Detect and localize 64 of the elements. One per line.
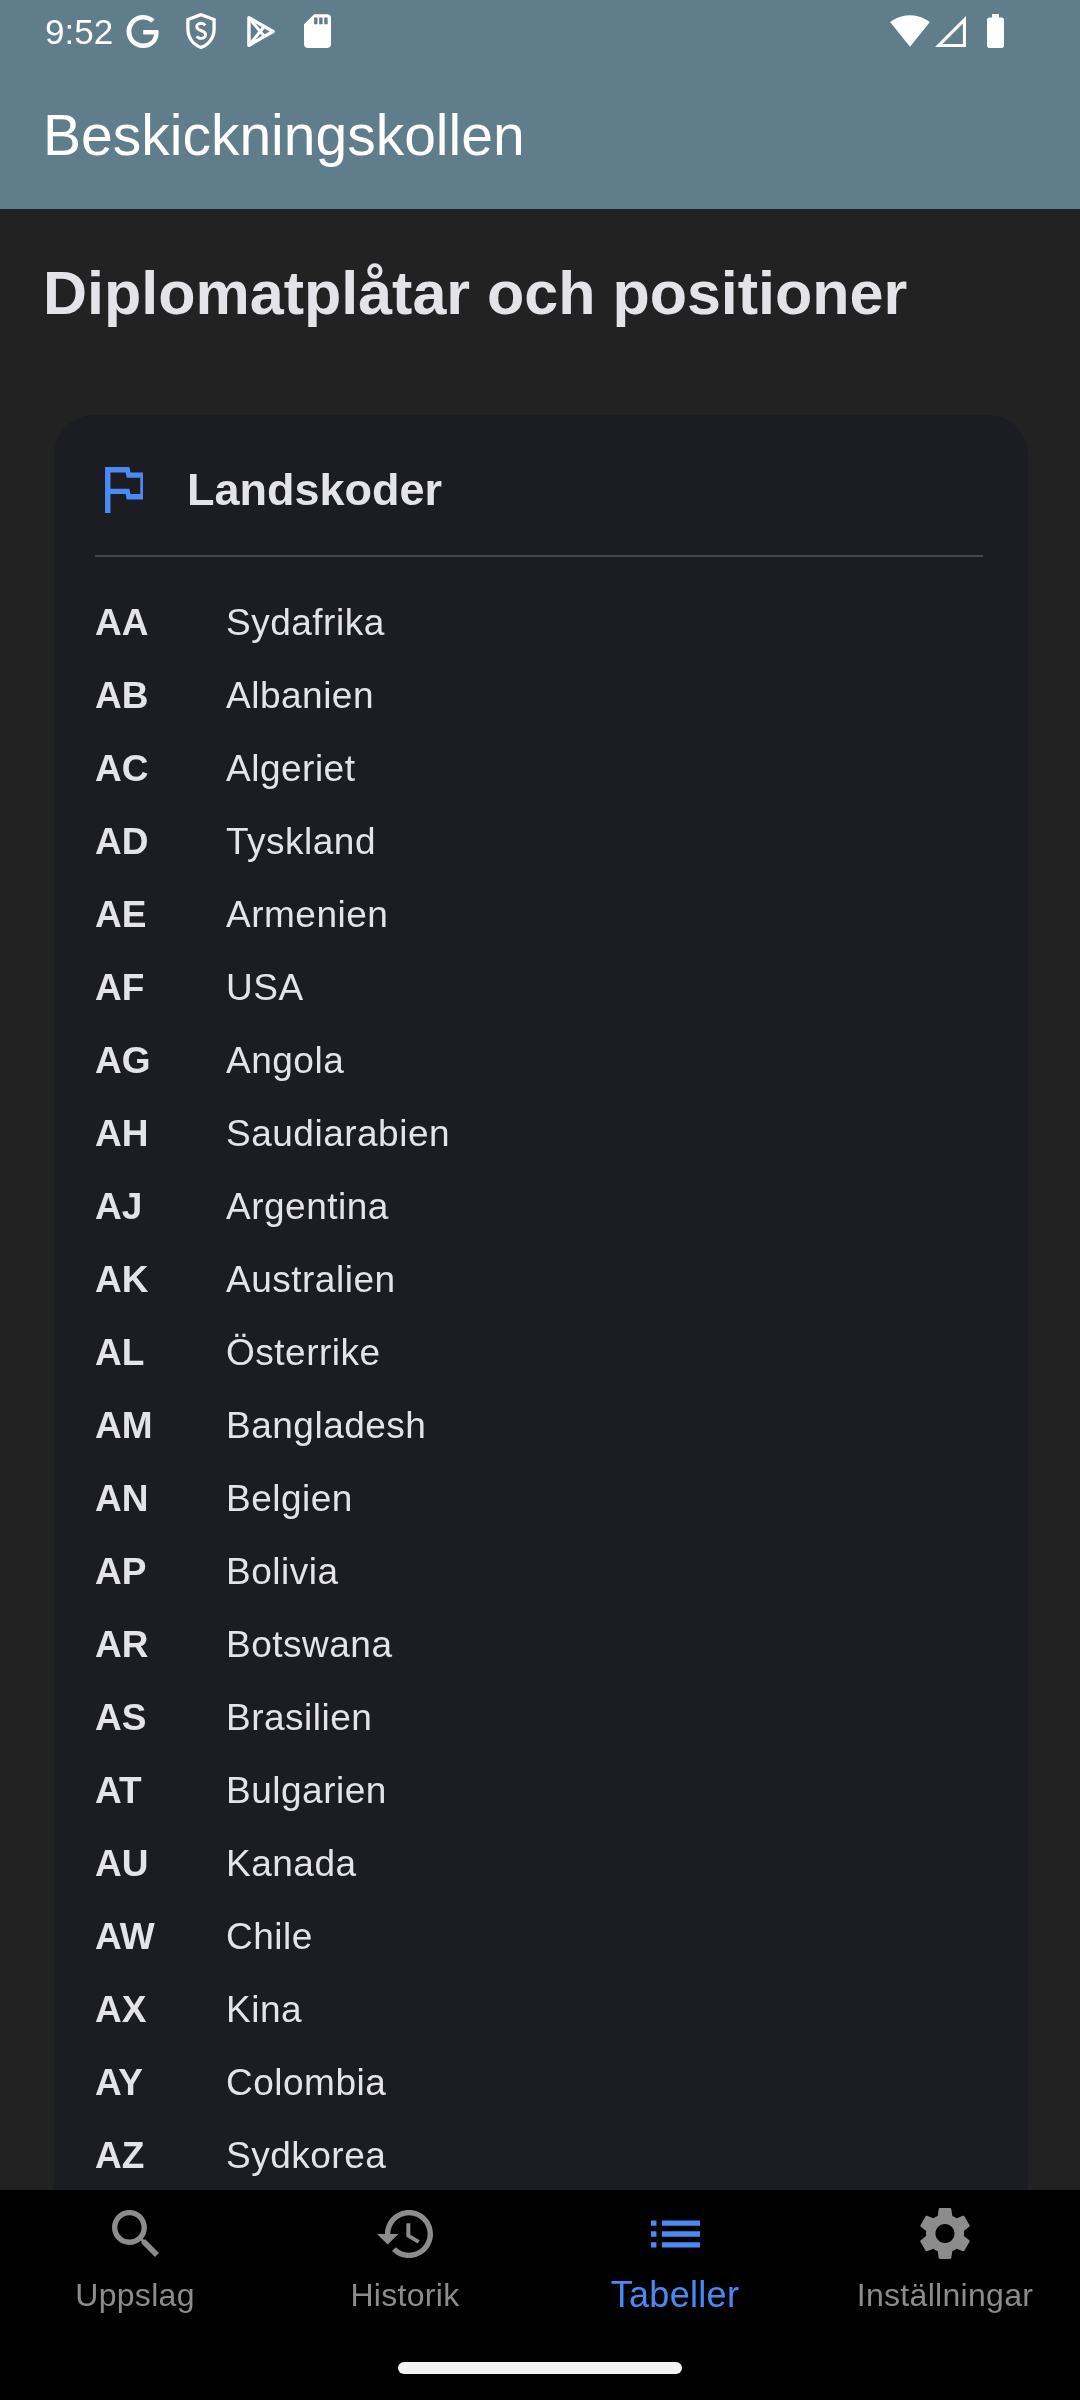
country-code: AB <box>95 674 150 719</box>
country-name: Chile <box>226 1915 313 1960</box>
country-code: AT <box>95 1769 143 1814</box>
country-name: Sydkorea <box>226 2134 387 2179</box>
country-code: AP <box>95 1550 148 1595</box>
country-name: Bolivia <box>226 1550 339 1595</box>
country-name: Bulgarien <box>226 1769 387 1814</box>
country-code: AU <box>95 1842 150 1887</box>
settings-icon[interactable] <box>920 2207 970 2260</box>
country-code: AK <box>95 1258 150 1303</box>
app-title: Beskickningskollen <box>43 102 525 170</box>
country-name: Saudiarabien <box>226 1112 451 1157</box>
country-code: AC <box>95 747 150 792</box>
card-title: Landskoder <box>187 463 443 518</box>
country-code: AL <box>95 1331 146 1376</box>
signal-icon <box>935 15 966 47</box>
nav-tab[interactable]: Uppslag <box>0 2190 270 2317</box>
country-code: AH <box>95 1112 150 1157</box>
country-code: AR <box>95 1623 150 1668</box>
country-code: AF <box>95 966 146 1011</box>
country-name: Kina <box>226 1988 303 2033</box>
country-name: USA <box>226 966 304 1011</box>
country-code: AS <box>95 1696 148 1741</box>
country-code: AE <box>95 893 148 938</box>
country-code: AZ <box>95 2134 146 2179</box>
country-code: AD <box>95 820 150 865</box>
country-name: Botswana <box>226 1623 393 1668</box>
country-code: AJ <box>95 1185 144 1230</box>
nav-tab[interactable]: Inställningar <box>810 2190 1080 2317</box>
country-name: Albanien <box>226 674 374 719</box>
play-icon <box>247 15 276 47</box>
country-name: Armenien <box>226 893 389 938</box>
country-code: AN <box>95 1477 150 1522</box>
country-name: Österrike <box>226 1331 381 1376</box>
country-name: Belgien <box>226 1477 353 1522</box>
country-name: Kanada <box>226 1842 357 1887</box>
country-name: Sydafrika <box>226 601 385 646</box>
page-heading: Diplomatplåtar och positioner <box>43 258 909 329</box>
nav-tab[interactable]: Tabeller <box>540 2190 810 2317</box>
country-name: Algeriet <box>226 747 356 792</box>
country-name: Colombia <box>226 2061 387 2106</box>
country-code: AG <box>95 1039 152 1084</box>
country-name: Bangladesh <box>226 1404 427 1449</box>
g-icon <box>126 14 160 48</box>
country-code: AM <box>95 1404 154 1449</box>
flag-icon <box>105 467 143 514</box>
country-name: Australien <box>226 1258 396 1303</box>
country-code: AY <box>95 2061 144 2106</box>
search-icon[interactable] <box>111 2210 159 2257</box>
sd-card-icon <box>304 14 332 48</box>
country-name: Argentina <box>226 1185 389 1230</box>
list-icon[interactable] <box>650 2219 700 2248</box>
country-name: Angola <box>226 1039 345 1084</box>
history-icon[interactable] <box>377 2209 433 2258</box>
country-code: AW <box>95 1915 156 1960</box>
status-time: 9:52 <box>45 13 114 49</box>
wifi-icon <box>890 15 930 47</box>
country-code: AA <box>95 601 150 646</box>
country-name: Brasilien <box>226 1696 373 1741</box>
shield-icon <box>186 13 217 49</box>
nav-tab[interactable]: Historik <box>270 2190 540 2317</box>
country-code: AX <box>95 1988 148 2033</box>
battery-icon <box>985 14 1006 48</box>
country-name: Tyskland <box>226 820 376 865</box>
